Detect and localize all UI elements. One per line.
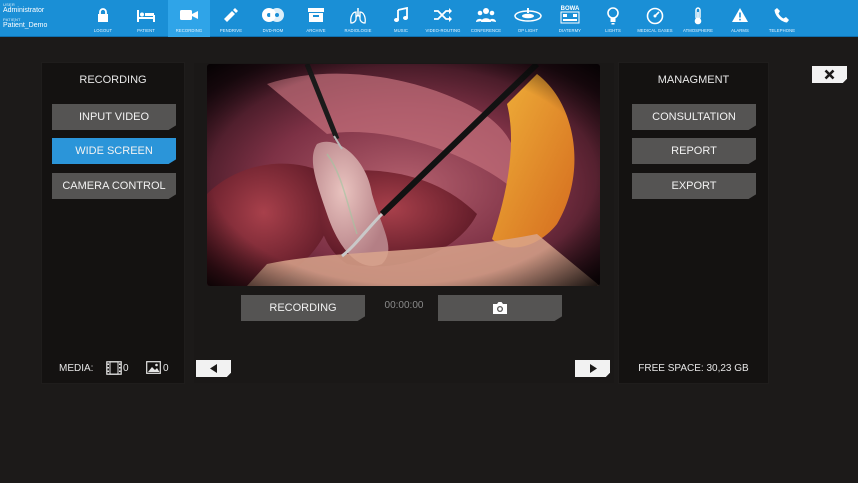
- patient-label: PATIENT: [3, 17, 21, 22]
- input-video-button[interactable]: INPUT VIDEO: [52, 104, 176, 130]
- diatermy-icon-text: BOWA: [561, 6, 580, 12]
- shuffle-icon: [434, 8, 452, 22]
- lungs-icon: [350, 8, 366, 24]
- bed-icon: [137, 10, 155, 22]
- nav-pendrive[interactable]: PENDRIVE: [210, 0, 252, 37]
- nav-video-routing[interactable]: VIDEO-ROUTING: [422, 0, 464, 37]
- music-note-icon: [394, 7, 408, 22]
- image-icon: [146, 361, 161, 374]
- close-icon: [824, 69, 835, 80]
- nav-diatermy[interactable]: BOWA DIATERMY: [549, 0, 591, 37]
- nav-op-light[interactable]: OP LIGHT: [507, 0, 549, 37]
- nav-label: LOGOUT: [93, 28, 113, 33]
- endoscopic-video-image: [207, 64, 600, 286]
- management-panel-title: MANAGMENT: [657, 74, 730, 86]
- warning-triangle-icon: [732, 8, 748, 22]
- nav-atmosphere[interactable]: ATMOSPHERE: [677, 0, 719, 37]
- nav-label: VIDEO-ROUTING: [425, 28, 461, 33]
- people-group-icon: [476, 8, 496, 22]
- nav-recording[interactable]: RECORDING: [168, 0, 210, 37]
- nav-label: PATIENT: [137, 28, 155, 33]
- arrow-left-icon: [210, 364, 217, 373]
- user-info: USER Administrator PATIENT Patient_Demo: [3, 2, 83, 30]
- camera-icon: [493, 302, 507, 314]
- surgical-light-icon: [514, 8, 542, 22]
- free-space-label: FREE SPACE: 30,23 GB: [638, 363, 749, 374]
- disc-icon: [262, 8, 284, 22]
- recording-button[interactable]: RECORDING: [241, 295, 365, 321]
- image-count: 0: [163, 363, 169, 374]
- nav-conference[interactable]: CONFERENCE: [465, 0, 507, 37]
- nav-logout[interactable]: LOGOUT: [82, 0, 124, 37]
- nav-label: MEDICAL GASES: [637, 28, 673, 33]
- arrow-right-icon: [590, 364, 597, 373]
- nav-label: OP LIGHT: [517, 28, 539, 33]
- nav-telephone[interactable]: TELEPHONE: [761, 0, 803, 37]
- gauge-icon: [646, 7, 664, 25]
- nav-label: ALARMS: [731, 28, 749, 33]
- snapshot-button[interactable]: [438, 295, 562, 321]
- phone-icon: [774, 8, 789, 23]
- light-bulb-icon: [607, 7, 619, 25]
- lock-icon: [98, 8, 108, 22]
- previous-button[interactable]: [196, 360, 231, 377]
- usb-drive-icon: [224, 8, 238, 22]
- next-button[interactable]: [575, 360, 610, 377]
- bowa-diathermy-icon: BOWA: [560, 6, 580, 24]
- patient-name: Patient_Demo: [3, 22, 48, 29]
- close-button[interactable]: [812, 66, 847, 83]
- nav-label: CONFERENCE: [470, 28, 502, 33]
- wide-screen-button[interactable]: WIDE SCREEN: [52, 138, 176, 164]
- film-strip-icon: [106, 361, 122, 375]
- report-button[interactable]: REPORT: [632, 138, 756, 164]
- recording-panel: RECORDING INPUT VIDEO WIDE SCREEN CAMERA…: [41, 62, 185, 384]
- nav-medical-gases[interactable]: MEDICAL GASES: [634, 0, 676, 37]
- nav-label: DVD-ROM: [262, 28, 284, 33]
- nav-label: RADIOLOGIE: [344, 28, 372, 33]
- nav-label: LIGHTS: [605, 28, 621, 33]
- consultation-button[interactable]: CONSULTATION: [632, 104, 756, 130]
- nav-music[interactable]: MUSIC: [380, 0, 422, 37]
- nav-label: ATMOSPHERE: [682, 28, 713, 33]
- management-panel: MANAGMENT CONSULTATION REPORT EXPORT FRE…: [618, 62, 769, 384]
- user-name: Administrator: [3, 7, 45, 14]
- nav-label: TELEPHONE: [768, 28, 796, 33]
- archive-box-icon: [308, 8, 324, 22]
- nav-dvd-rom[interactable]: DVD-ROM: [252, 0, 294, 37]
- nav-archive[interactable]: ARCHIVE: [295, 0, 337, 37]
- nav-label: ARCHIVE: [306, 28, 326, 33]
- nav-alarms[interactable]: ALARMS: [719, 0, 761, 37]
- nav-label: RECORDING: [175, 28, 203, 33]
- video-count: 0: [123, 363, 129, 374]
- media-label: MEDIA:: [59, 363, 94, 374]
- recording-panel-title: RECORDING: [79, 74, 147, 86]
- nav-label: PENDRIVE: [219, 28, 243, 33]
- recording-timer: 00:00:00: [384, 300, 424, 311]
- export-button[interactable]: EXPORT: [632, 173, 756, 199]
- video-camera-icon: [180, 10, 198, 20]
- video-feed: [207, 64, 600, 286]
- nav-label: DIATERMY: [558, 28, 582, 33]
- top-nav-bar: USER Administrator PATIENT Patient_Demo …: [0, 0, 858, 37]
- nav-radiologie[interactable]: RADIOLOGIE: [337, 0, 379, 37]
- camera-control-button[interactable]: CAMERA CONTROL: [52, 173, 176, 199]
- nav-patient[interactable]: PATIENT: [125, 0, 167, 37]
- nav-lights[interactable]: LIGHTS: [592, 0, 634, 37]
- nav-label: MUSIC: [394, 28, 408, 33]
- thermometer-icon: [694, 7, 702, 25]
- user-label: USER: [3, 2, 15, 7]
